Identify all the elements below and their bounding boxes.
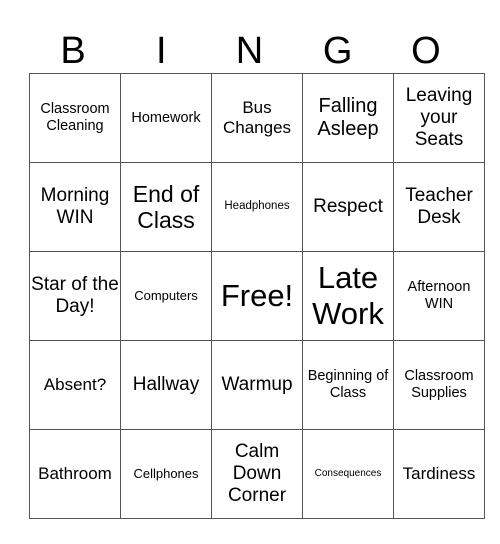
header-letter-g: G [322,30,353,72]
bingo-cell[interactable]: Falling Asleep [302,73,394,163]
grid-row: Morning WIN End of Class Headphones Resp… [29,162,485,252]
bingo-cell[interactable]: Homework [120,73,212,163]
bingo-cell[interactable]: Warmup [211,340,303,430]
bingo-cell[interactable]: Tardiness [393,429,485,519]
bingo-cell[interactable]: Computers [120,251,212,341]
bingo-cell[interactable]: Bus Changes [211,73,303,163]
bingo-cell[interactable]: End of Class [120,162,212,252]
bingo-cell[interactable]: Hallway [120,340,212,430]
bingo-cell[interactable]: Classroom Supplies [393,340,485,430]
bingo-cell[interactable]: Cellphones [120,429,212,519]
grid-row: Absent? Hallway Warmup Beginning of Clas… [29,340,485,430]
bingo-cell[interactable]: Beginning of Class [302,340,394,430]
bingo-header: B I N G O [29,30,470,72]
bingo-cell[interactable]: Late Work [302,251,394,341]
bingo-grid: Classroom Cleaning Homework Bus Changes … [29,73,485,519]
header-letter-n: N [235,30,264,72]
bingo-cell[interactable]: Bathroom [29,429,121,519]
bingo-cell[interactable]: Teacher Desk [393,162,485,252]
bingo-cell[interactable]: Afternoon WIN [393,251,485,341]
header-letter-i: I [156,30,167,72]
grid-row: Classroom Cleaning Homework Bus Changes … [29,73,485,163]
bingo-cell[interactable]: Consequences [302,429,394,519]
bingo-cell[interactable]: Star of the Day! [29,251,121,341]
bingo-cell[interactable]: Calm Down Corner [211,429,303,519]
bingo-cell[interactable]: Leaving your Seats [393,73,485,163]
grid-row: Bathroom Cellphones Calm Down Corner Con… [29,429,485,519]
grid-row: Star of the Day! Computers Free! Late Wo… [29,251,485,341]
bingo-cell[interactable]: Morning WIN [29,162,121,252]
bingo-cell[interactable]: Absent? [29,340,121,430]
header-letter-o: O [411,30,441,72]
header-letter-b: B [60,30,86,72]
bingo-cell[interactable]: Headphones [211,162,303,252]
free-space[interactable]: Free! [211,251,303,341]
bingo-cell[interactable]: Classroom Cleaning [29,73,121,163]
bingo-cell[interactable]: Respect [302,162,394,252]
